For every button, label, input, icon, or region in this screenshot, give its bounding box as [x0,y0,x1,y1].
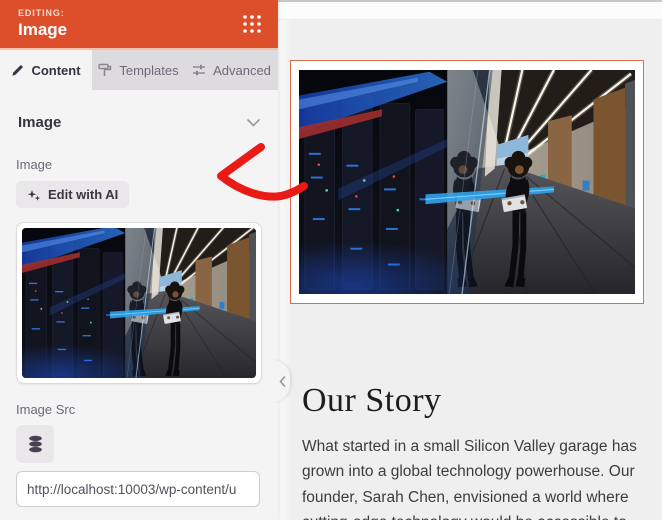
content-panel: Image Image Edit with AI Image Src [0,106,278,507]
tab-advanced[interactable]: Advanced [185,50,278,90]
live-preview: Our Story What started in a small Silico… [278,0,662,520]
sparkles-icon [27,188,41,202]
tab-content-label: Content [31,63,80,78]
settings-sidebar: EDITING: Image Content [0,0,278,520]
pencil-icon [11,64,24,77]
sidebar-header: EDITING: Image [0,0,278,48]
page-builder-app: EDITING: Image Content [0,0,662,520]
chevron-down-icon [247,119,260,127]
tab-content[interactable]: Content [0,50,92,90]
chevron-left-icon [279,376,286,387]
preview-heading[interactable]: Our Story [302,382,442,420]
preview-paragraph[interactable]: What started in a small Silicon Valley g… [302,434,654,520]
sidebar-tabs: Content Templates Advanced [0,48,278,90]
image-src-label: Image Src [16,402,262,417]
image-thumbnail[interactable] [16,222,262,384]
preview-canvas: Our Story What started in a small Silico… [278,20,662,520]
server-room-photo-thumbnail [22,228,256,378]
image-src-input[interactable] [16,471,260,507]
editing-label: EDITING: [18,8,67,18]
dynamic-source-button[interactable] [16,425,54,463]
section-image-header[interactable]: Image [16,106,262,139]
tab-advanced-label: Advanced [213,63,271,78]
edit-with-ai-button[interactable]: Edit with AI [16,181,129,208]
paint-roller-icon [98,63,112,77]
section-title: Image [18,114,61,131]
apps-grid-icon[interactable] [241,13,263,35]
tab-templates-label: Templates [119,63,178,78]
sliders-icon [192,63,206,77]
edit-with-ai-label: Edit with AI [48,187,118,202]
editing-block-title: Image [18,20,67,40]
selected-image-block[interactable] [290,60,644,304]
database-icon [27,435,44,453]
server-room-photo [299,70,635,294]
sidebar-header-text: EDITING: Image [18,8,67,40]
preview-topbar [278,0,662,20]
image-field-label: Image [16,157,262,172]
tab-templates[interactable]: Templates [92,50,185,90]
